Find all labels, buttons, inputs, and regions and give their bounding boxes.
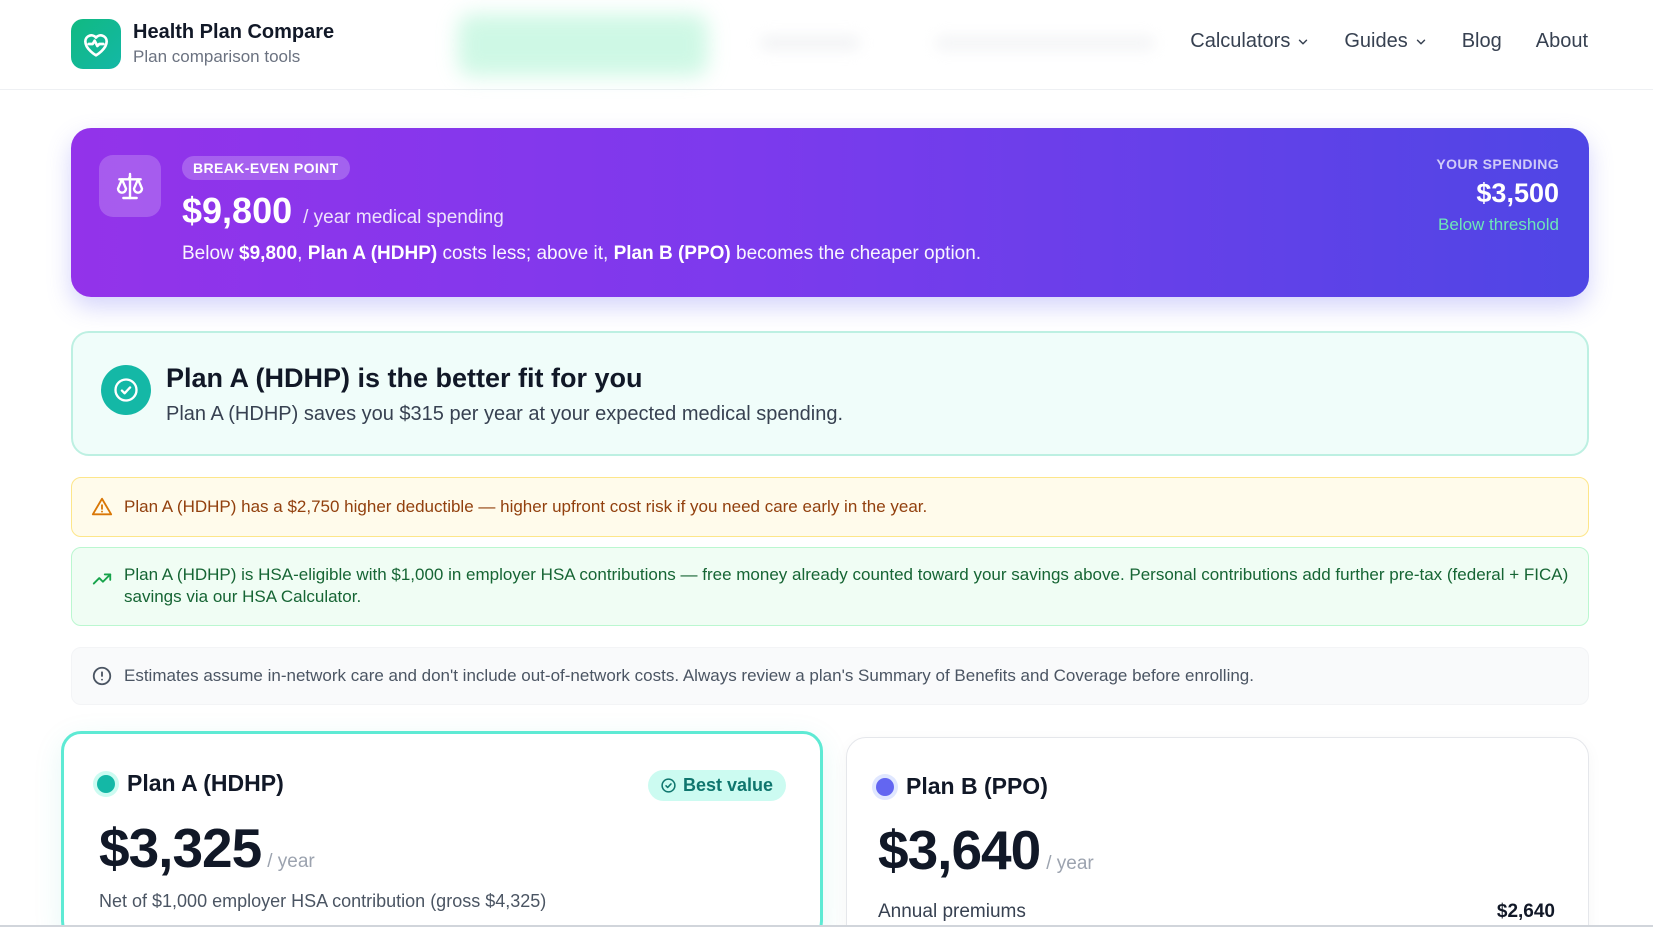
nav-calculators[interactable]: Calculators bbox=[1190, 30, 1310, 53]
plan-price-unit: / year bbox=[1046, 853, 1094, 874]
hsa-note-text: Plan A (HDHP) is HSA-eligible with $1,00… bbox=[124, 565, 1569, 606]
nav-calculators-label: Calculators bbox=[1190, 30, 1291, 52]
plan-price: $3,640 bbox=[878, 819, 1041, 881]
plan-net-note: Net of $1,000 employer HSA contribution … bbox=[99, 891, 547, 911]
hsa-note: Plan A (HDHP) is HSA-eligible with $1,00… bbox=[71, 547, 1589, 626]
disclaimer: Estimates assume in-network care and don… bbox=[71, 647, 1589, 705]
breakeven-banner: BREAK-EVEN POINT $9,800 / year medical s… bbox=[71, 128, 1589, 297]
breakeven-description: Below $9,800, Plan A (HDHP) costs less; … bbox=[182, 243, 982, 264]
best-value-badge: Best value bbox=[647, 770, 786, 801]
plan-card-a[interactable]: Plan A (HDHP) Best value $3,325 / year N… bbox=[61, 731, 823, 927]
breakeven-badge: BREAK-EVEN POINT bbox=[182, 156, 350, 180]
breakeven-unit: / year medical spending bbox=[303, 207, 504, 228]
scale-icon bbox=[99, 155, 161, 217]
blurred-nav-link bbox=[935, 36, 1155, 50]
chevron-down-icon bbox=[1416, 39, 1425, 44]
breakeven-amount: $9,800 bbox=[182, 190, 293, 231]
plan-card-b[interactable]: Plan B (PPO) $3,640 / year Annual premiu… bbox=[846, 737, 1589, 927]
chevron-down-icon bbox=[1299, 39, 1308, 44]
disclaimer-text: Estimates assume in-network care and don… bbox=[124, 666, 1254, 685]
check-circle-icon bbox=[101, 365, 151, 415]
nav-guides-label: Guides bbox=[1344, 30, 1408, 52]
deductible-warning: Plan A (HDHP) has a $2,750 higher deduct… bbox=[71, 477, 1589, 537]
your-spending: YOUR SPENDING $3,500 Below threshold bbox=[1436, 156, 1559, 235]
heart-pulse-icon bbox=[71, 19, 121, 69]
warning-triangle-icon bbox=[91, 497, 113, 516]
plan-price: $3,325 bbox=[99, 817, 262, 879]
recommendation-card: Plan A (HDHP) is the better fit for you … bbox=[71, 331, 1589, 456]
main-nav: Calculators Guides Blog About bbox=[1156, 30, 1588, 53]
blurred-nav-link bbox=[760, 36, 860, 50]
plan-color-dot bbox=[97, 774, 115, 793]
your-spending-label: YOUR SPENDING bbox=[1436, 156, 1559, 172]
annual-premiums-value: $2,640 bbox=[1496, 901, 1555, 922]
plan-name: Plan A (HDHP) bbox=[127, 770, 284, 796]
recommendation-subtitle: Plan A (HDHP) saves you $315 per year at… bbox=[166, 403, 844, 425]
plan-price-unit: / year bbox=[267, 851, 315, 872]
your-spending-status: Below threshold bbox=[1438, 215, 1559, 234]
nav-guides[interactable]: Guides bbox=[1344, 30, 1427, 53]
info-circle-icon bbox=[92, 666, 112, 686]
annual-premiums-row: Annual premiums $2,640 bbox=[878, 901, 1555, 923]
deductible-warning-text: Plan A (HDHP) has a $2,750 higher deduct… bbox=[124, 497, 928, 516]
brand-title: Health Plan Compare bbox=[133, 21, 335, 43]
brand[interactable]: Health Plan Compare Plan comparison tool… bbox=[71, 19, 334, 69]
check-circle-icon bbox=[661, 778, 676, 793]
annual-premiums-label: Annual premiums bbox=[878, 901, 1026, 922]
recommendation-title: Plan A (HDHP) is the better fit for you bbox=[166, 363, 643, 393]
blurred-cta bbox=[458, 14, 708, 76]
brand-subtitle: Plan comparison tools bbox=[133, 47, 301, 66]
nav-about[interactable]: About bbox=[1536, 30, 1588, 53]
nav-blog[interactable]: Blog bbox=[1462, 30, 1502, 53]
site-header: Health Plan Compare Plan comparison tool… bbox=[0, 0, 1653, 90]
your-spending-value: $3,500 bbox=[1476, 178, 1559, 208]
plan-name: Plan B (PPO) bbox=[906, 773, 1048, 799]
plan-color-dot bbox=[876, 777, 894, 796]
trending-up-icon bbox=[92, 573, 112, 585]
